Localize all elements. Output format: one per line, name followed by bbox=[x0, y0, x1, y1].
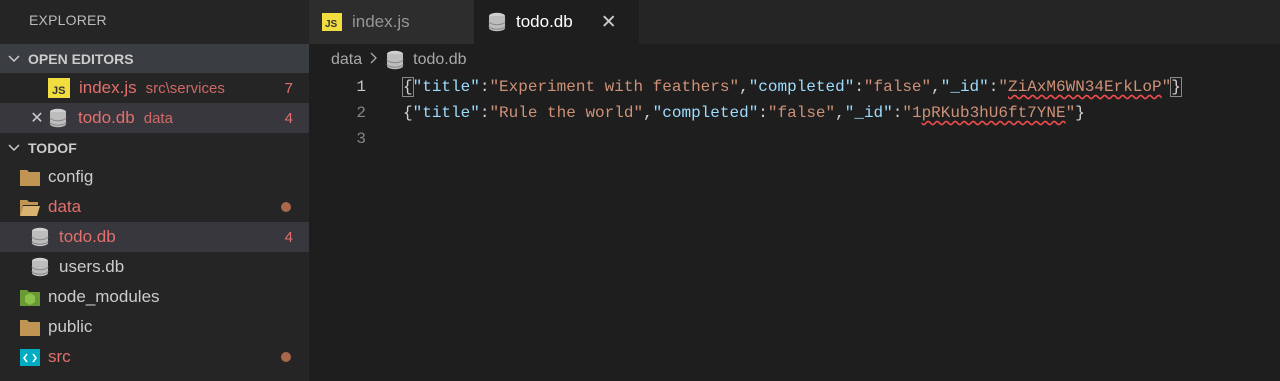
breadcrumb: data todo.db bbox=[331, 46, 467, 74]
tree-item-src[interactable]: src bbox=[0, 342, 309, 372]
tree-item-label: public bbox=[48, 317, 93, 336]
line-number: 3 bbox=[356, 130, 366, 148]
modified-dot bbox=[281, 352, 291, 362]
problem-count-badge: 4 bbox=[284, 228, 293, 246]
problem-count-badge: 7 bbox=[284, 79, 293, 97]
js-file-icon: JS bbox=[322, 13, 342, 31]
tree-item-label: users.db bbox=[59, 257, 125, 276]
tab-label: index.js bbox=[352, 12, 410, 31]
tree-item-label: src bbox=[48, 347, 71, 366]
tree-item-users-db[interactable]: users.db bbox=[0, 252, 309, 282]
line-number: 1 bbox=[356, 78, 366, 96]
tree-item-todo-db[interactable]: todo.db 4 bbox=[0, 222, 309, 252]
line-number: 2 bbox=[356, 104, 366, 122]
tree-item-label: data bbox=[48, 197, 82, 216]
chevron-right-icon bbox=[370, 51, 378, 69]
database-icon bbox=[488, 12, 506, 32]
tree-item-public[interactable]: public bbox=[0, 312, 309, 342]
database-icon bbox=[386, 50, 404, 70]
src-folder-icon bbox=[20, 348, 40, 366]
database-icon bbox=[31, 227, 49, 247]
editor-tab-bar: JS index.js todo.db ✕ bbox=[309, 0, 1280, 44]
tab-label: todo.db bbox=[516, 12, 573, 31]
tab-index-js[interactable]: JS index.js bbox=[309, 0, 474, 44]
nodejs-folder-icon bbox=[20, 288, 40, 306]
open-editor-item-index-js[interactable]: JS index.js src\services 7 bbox=[0, 73, 309, 103]
tree-item-label: config bbox=[48, 167, 94, 186]
explorer-sidebar: EXPLORER OPEN EDITORS JS index.js src\se… bbox=[0, 0, 309, 381]
tree-item-label: node_modules bbox=[48, 287, 160, 306]
explorer-title: EXPLORER bbox=[29, 12, 107, 28]
breadcrumb-folder[interactable]: data bbox=[331, 51, 362, 69]
modified-dot bbox=[281, 202, 291, 212]
database-icon bbox=[31, 257, 49, 277]
tab-todo-db[interactable]: todo.db ✕ bbox=[474, 0, 639, 44]
open-editor-description: src\services bbox=[145, 79, 225, 97]
chevron-down-icon bbox=[0, 54, 28, 63]
database-icon bbox=[49, 108, 67, 128]
open-editor-label: todo.db bbox=[78, 108, 135, 127]
folder-icon bbox=[20, 168, 40, 186]
tree-item-label: todo.db bbox=[59, 227, 116, 246]
svg-text:JS: JS bbox=[325, 19, 338, 30]
code-text: {"title":"Experiment with feathers","com… bbox=[402, 77, 1182, 97]
js-file-icon: JS bbox=[48, 78, 70, 98]
close-icon[interactable]: ✕ bbox=[30, 108, 44, 128]
problem-count-badge: 4 bbox=[284, 109, 293, 127]
close-icon[interactable]: ✕ bbox=[601, 11, 617, 34]
project-label: TODOF bbox=[28, 139, 77, 156]
code-line: 2 {"title":"Rule the world","completed":… bbox=[309, 100, 1280, 126]
open-editor-item-todo-db[interactable]: ✕ todo.db data 4 bbox=[0, 103, 309, 133]
open-editor-description: data bbox=[143, 109, 173, 127]
folder-icon bbox=[20, 318, 40, 336]
folder-open-icon bbox=[20, 198, 40, 216]
tree-item-config[interactable]: config bbox=[0, 162, 309, 192]
code-line: 3 bbox=[309, 126, 1280, 152]
open-editors-label: OPEN EDITORS bbox=[28, 50, 134, 67]
tree-item-data[interactable]: data bbox=[0, 192, 309, 222]
code-text: {"title":"Rule the world","completed":"f… bbox=[403, 104, 1085, 122]
open-editors-header[interactable]: OPEN EDITORS bbox=[0, 44, 309, 73]
code-line: 1 {"title":"Experiment with feathers","c… bbox=[309, 74, 1280, 100]
chevron-down-icon bbox=[0, 143, 28, 152]
breadcrumb-file[interactable]: todo.db bbox=[413, 51, 466, 69]
tree-item-node-modules[interactable]: node_modules bbox=[0, 282, 309, 312]
svg-text:JS: JS bbox=[52, 85, 65, 97]
code-editor[interactable]: 1 {"title":"Experiment with feathers","c… bbox=[309, 74, 1280, 381]
project-header[interactable]: TODOF bbox=[0, 133, 309, 162]
open-editor-label: index.js bbox=[79, 78, 137, 97]
